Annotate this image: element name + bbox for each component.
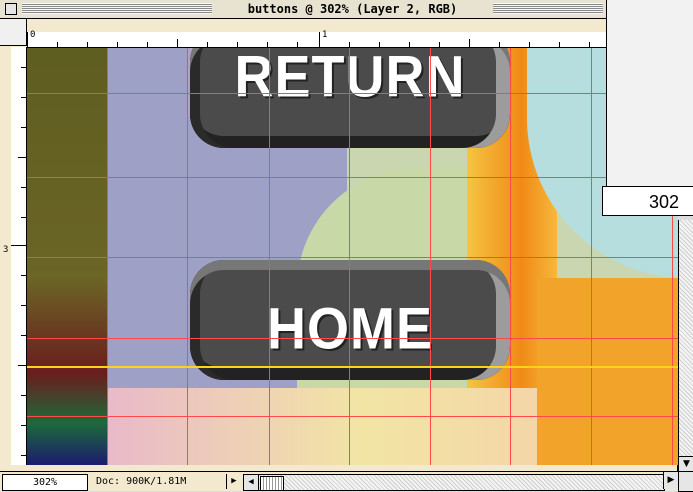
document-window: buttons @ 302% (Layer 2, RGB) 0 1 3 RETU… [0,0,678,491]
v-ruler-ticks [11,67,26,456]
window-title: buttons @ 302% (Layer 2, RGB) [212,1,493,17]
vertical-ruler[interactable]: 3 [3,47,27,465]
title-stripes-right [493,3,603,14]
guide-yellow [27,366,678,368]
arrow-left-icon[interactable]: ◀ [244,475,259,490]
horizontal-scroll-thumb[interactable] [260,476,284,491]
ruler-origin[interactable] [0,19,27,46]
triangle-right-icon[interactable]: ▶ [228,475,240,487]
title-bar[interactable]: buttons @ 302% (Layer 2, RGB) [0,0,678,19]
horizontal-scrollbar[interactable]: ◀ [243,474,665,491]
guide-horizontal [27,416,678,417]
image-canvas[interactable]: RETURN HOME [27,48,678,465]
document-size[interactable]: Doc: 900K/1.81M [92,474,227,489]
guide-horizontal [27,338,678,339]
home-button-label: HOME [267,296,433,362]
horizontal-ruler[interactable]: 0 1 [27,30,678,48]
guide-horizontal [27,257,678,258]
arrow-right-icon[interactable]: ▶ [663,472,678,489]
guide-horizontal [27,177,678,178]
navigator-palette [606,0,693,216]
return-button-graphic: RETURN [190,48,510,148]
resize-box-icon[interactable] [678,471,693,492]
orange-lower [537,278,678,465]
close-box-icon[interactable] [5,3,17,15]
home-button-graphic: HOME [190,260,510,380]
h-ruler-ticks [27,32,590,47]
return-button-label: RETURN [234,48,466,110]
h-ruler-label-0: 0 [30,30,36,40]
v-ruler-label-3: 3 [3,245,9,255]
status-bar: 302% Doc: 900K/1.81M ▶ ◀ [0,471,678,491]
vertical-scrollbar[interactable] [678,220,693,470]
guide-horizontal [27,93,678,94]
zoom-level-field[interactable]: 302% [2,474,88,491]
title-stripes-left [22,3,212,14]
palette-zoom-field[interactable]: 302 [602,186,693,216]
h-ruler-label-1: 1 [322,30,328,40]
pink-bottom [107,388,537,465]
